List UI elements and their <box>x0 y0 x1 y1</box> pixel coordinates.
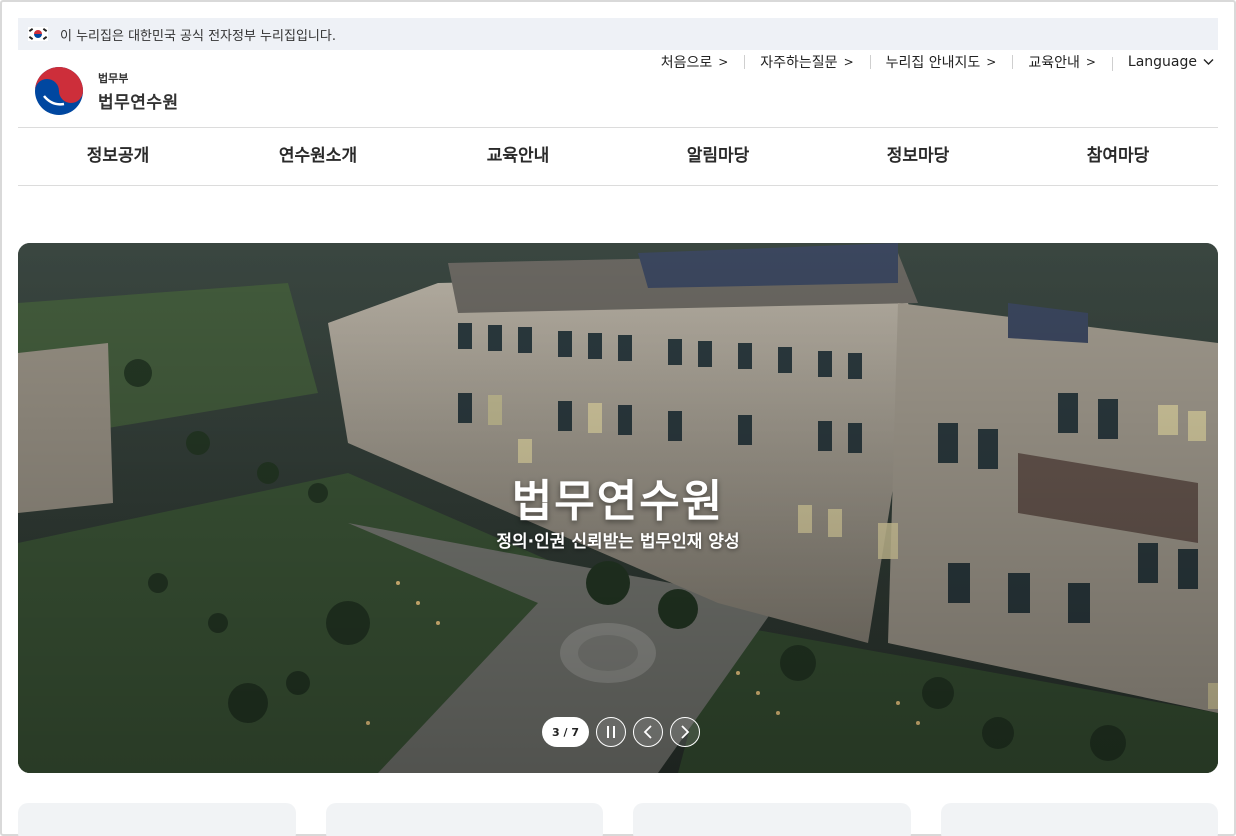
chevron-right-icon: > <box>1085 55 1096 69</box>
nav-item-notice[interactable]: 알림마당 <box>618 128 818 185</box>
utility-nav: 처음으로 > 자주하는질문 > 누리집 안내지도 > 교육안내 > Langua… <box>645 52 1214 72</box>
language-label: Language <box>1127 54 1197 70</box>
hero-slider: 법무연수원 정의·인권 신뢰받는 법무인재 양성 3 / 7 <box>18 243 1218 773</box>
slide-counter: 3 / 7 <box>542 717 589 747</box>
util-link-sitemap[interactable]: 누리집 안내지도 > <box>869 52 1013 72</box>
util-link-label: 처음으로 <box>660 55 713 71</box>
hero-subtitle: 정의·인권 신뢰받는 법무인재 양성 <box>496 532 740 552</box>
chevron-right-icon: > <box>718 55 729 69</box>
util-link-label: 누리집 안내지도 <box>885 55 981 71</box>
util-link-faq[interactable]: 자주하는질문 > <box>744 52 869 72</box>
quick-card[interactable] <box>18 803 296 836</box>
gov-banner-text[interactable]: 이 누리집은 대한민국 공식 전자정부 누리집입니다. <box>60 25 336 44</box>
nav-item-education[interactable]: 교육안내 <box>418 128 618 185</box>
util-link-label: 교육안내 <box>1028 55 1080 71</box>
gov-official-banner: 이 누리집은 대한민국 공식 전자정부 누리집입니다. <box>18 18 1218 50</box>
util-link-home[interactable]: 처음으로 > <box>645 52 745 72</box>
slider-controls: 3 / 7 <box>542 717 700 747</box>
chevron-left-icon <box>643 725 652 739</box>
quick-card[interactable] <box>325 803 603 836</box>
util-link-education[interactable]: 교육안내 > <box>1012 52 1112 72</box>
main-nav: 정보공개 연수원소개 교육안내 알림마당 정보마당 참여마당 <box>18 128 1218 186</box>
site-logo[interactable]: 법무부 법무연수원 <box>34 66 179 116</box>
hero-title: 법무연수원 <box>511 476 725 527</box>
site-header: 법무부 법무연수원 처음으로 > 자주하는질문 > 누리집 안내지도 > 교육안… <box>18 50 1218 128</box>
chevron-down-icon <box>1203 59 1214 65</box>
language-dropdown[interactable]: Language <box>1111 54 1214 71</box>
nav-item-information[interactable]: 정보마당 <box>818 128 1018 185</box>
nav-item-participation[interactable]: 참여마당 <box>1018 128 1218 185</box>
quick-card[interactable] <box>633 803 911 836</box>
quick-cards <box>18 803 1218 836</box>
prev-slide-button[interactable] <box>632 717 663 747</box>
quick-card[interactable] <box>940 803 1218 836</box>
chevron-right-icon: > <box>986 55 997 69</box>
korea-flag-icon <box>28 27 48 41</box>
pause-icon <box>606 726 615 738</box>
next-slide-button[interactable] <box>669 717 700 747</box>
logo-ministry: 법무부 <box>98 71 129 85</box>
government-emblem-icon <box>35 67 83 115</box>
pause-button[interactable] <box>595 717 626 747</box>
logo-name: 법무연수원 <box>98 92 179 113</box>
chevron-right-icon <box>681 725 690 739</box>
util-link-label: 자주하는질문 <box>760 55 838 71</box>
nav-item-info-disclosure[interactable]: 정보공개 <box>18 128 218 185</box>
nav-item-about[interactable]: 연수원소개 <box>218 128 418 185</box>
chevron-right-icon: > <box>843 55 854 69</box>
